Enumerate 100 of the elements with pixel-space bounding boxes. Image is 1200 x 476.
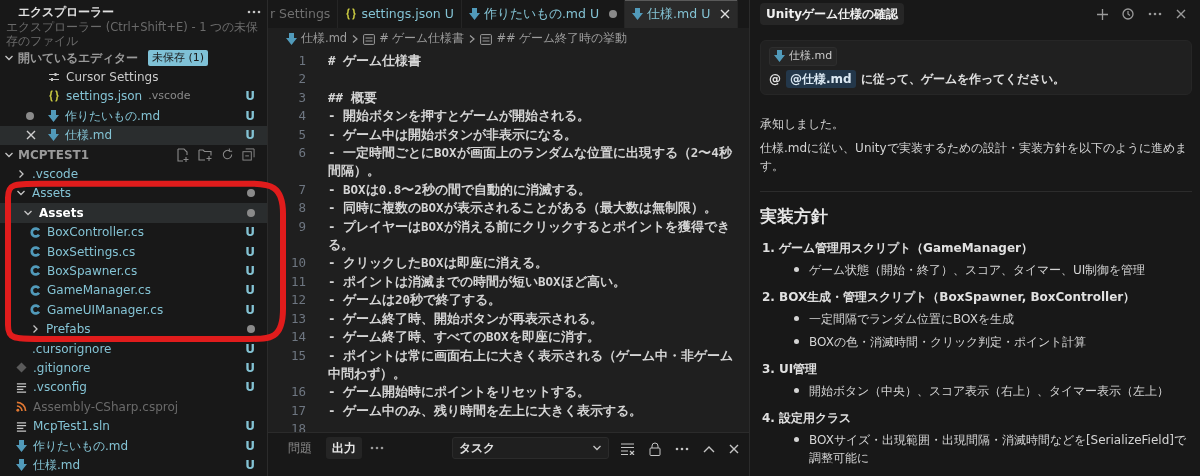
line-number: 14 bbox=[289, 328, 307, 347]
bullet-icon bbox=[794, 437, 799, 442]
caret-up-icon[interactable] bbox=[703, 445, 715, 453]
file-mention[interactable]: @仕様.md bbox=[786, 69, 856, 88]
step-title: 2. BOX生成・管理スクリプト（BoxSpawner, BoxController） bbox=[762, 289, 1137, 306]
close-icon[interactable] bbox=[729, 444, 739, 454]
tree-item[interactable]: McpTest1.sln U bbox=[0, 416, 267, 436]
tree-item[interactable]: Assets bbox=[0, 203, 267, 223]
code-line: - ゲーム中は開始ボタンが非表示になる。 bbox=[328, 125, 579, 144]
line-number: 17 bbox=[289, 401, 307, 420]
folder-name: .vscode bbox=[32, 166, 79, 184]
code-line: - ゲーム終了時、開始ボタンが再表示される。 bbox=[328, 309, 605, 328]
tree-item[interactable]: Prefabs bbox=[0, 319, 267, 339]
task-select[interactable]: タスク bbox=[452, 437, 609, 459]
ring-icon bbox=[30, 226, 41, 238]
breadcrumb-item[interactable]: ## ゲーム終了時の挙動 bbox=[496, 30, 628, 48]
response-heading: 実装方針 bbox=[760, 204, 829, 228]
git-status: U bbox=[245, 418, 255, 436]
ring-icon bbox=[30, 265, 41, 277]
tree-item[interactable]: 作りたいもの.md U bbox=[0, 435, 267, 456]
new-file-icon[interactable] bbox=[176, 147, 190, 162]
chevron-icon[interactable] bbox=[30, 324, 40, 335]
file-name: BoxSettings.cs bbox=[47, 243, 136, 261]
context-chip[interactable]: 仕様.md bbox=[769, 47, 838, 66]
refresh-icon[interactable] bbox=[221, 148, 234, 162]
file-name: 作りたいもの.md bbox=[33, 437, 129, 455]
tree-item[interactable]: .cursorignore U bbox=[0, 338, 267, 359]
more-icon[interactable] bbox=[1148, 12, 1162, 16]
line-number: 15 bbox=[289, 346, 307, 365]
bullet-text: 開始ボタン（中央）、スコア表示（右上）、タイマー表示（左上） bbox=[809, 383, 1169, 400]
chevron-icon bbox=[468, 34, 477, 44]
line-number: 13 bbox=[289, 309, 307, 328]
editor-tab[interactable]: 仕様.md U bbox=[625, 0, 739, 28]
tree-item[interactable]: BoxSettings.cs U bbox=[0, 241, 267, 262]
tree-item[interactable]: BoxSpawner.cs U bbox=[0, 261, 267, 281]
diamond-icon bbox=[16, 362, 27, 374]
file-name: .vsconfig bbox=[33, 379, 87, 397]
file-name: BoxController.cs bbox=[47, 224, 144, 242]
project-title: MCPTEST1 bbox=[18, 146, 90, 164]
code-line: - 一定時間ごとにBOXが画面上のランダムな位置に出現する（2〜4秒間隔）。 bbox=[328, 144, 733, 181]
more-icon[interactable] bbox=[370, 446, 384, 450]
rss-icon bbox=[16, 401, 27, 413]
close-icon[interactable] bbox=[1176, 9, 1186, 19]
panel-tab[interactable]: 出力 bbox=[326, 437, 362, 459]
history-icon[interactable] bbox=[1122, 8, 1134, 20]
chevron-icon bbox=[592, 443, 602, 453]
tree-item[interactable]: Assets bbox=[0, 183, 267, 204]
line-number: 12 bbox=[289, 291, 307, 310]
line-number: 11 bbox=[289, 272, 307, 291]
code-line: - ポイントは消滅までの時間が短いBOXほど高い。 bbox=[328, 272, 627, 291]
clear-list-icon[interactable] bbox=[621, 443, 635, 455]
git-status: U bbox=[245, 456, 255, 474]
open-editor-item[interactable]: settings.json .vscode U bbox=[0, 86, 267, 107]
open-editor-item[interactable]: Cursor Settings bbox=[0, 67, 267, 87]
tree-item[interactable]: .vsconfig U bbox=[0, 377, 267, 398]
bullet-icon bbox=[794, 339, 799, 344]
ring-icon bbox=[30, 246, 41, 258]
lines-icon bbox=[16, 420, 27, 432]
code-line: - ゲーム開始時にポイントをリセットする。 bbox=[328, 383, 592, 402]
tree-item[interactable]: BoxController.cs U bbox=[0, 222, 267, 242]
unsaved-dot bbox=[609, 10, 618, 18]
open-editor-item[interactable]: 仕様.md U bbox=[0, 125, 267, 145]
step-title: 3. UI管理 bbox=[762, 361, 819, 378]
folder-name: Assets bbox=[39, 204, 84, 222]
tree-item[interactable]: .gitignore U bbox=[0, 358, 267, 378]
chevron-icon[interactable] bbox=[16, 169, 26, 180]
down-arrow-icon bbox=[468, 8, 480, 20]
tree-item[interactable]: GameManager.cs U bbox=[0, 280, 267, 301]
bullet-icon bbox=[794, 316, 799, 321]
panel-tab[interactable]: 問題 bbox=[282, 437, 318, 459]
open-editor-item[interactable]: 作りたいもの.md U bbox=[0, 106, 267, 126]
tree-item[interactable]: GameUIManager.cs U bbox=[0, 300, 267, 320]
down-arrow-icon bbox=[48, 109, 59, 122]
more-icon[interactable] bbox=[675, 447, 689, 451]
step-title: 1. ゲーム管理用スクリプト（GameManager） bbox=[762, 240, 1034, 257]
file-name: 仕様.md bbox=[65, 127, 113, 145]
breadcrumb-item[interactable]: 仕様.md bbox=[301, 30, 348, 48]
down-arrow-icon bbox=[632, 8, 644, 20]
editor-tab[interactable]: settings.json U bbox=[338, 0, 462, 28]
new-folder-icon[interactable] bbox=[198, 147, 213, 162]
more-icon[interactable] bbox=[247, 10, 261, 14]
collapse-icon[interactable] bbox=[242, 148, 255, 162]
plus-icon[interactable] bbox=[1097, 8, 1108, 20]
lock-icon[interactable] bbox=[649, 442, 661, 456]
git-status: U bbox=[245, 340, 255, 358]
close-icon[interactable] bbox=[26, 130, 36, 141]
code-line: - ポイントは常に画面右上に大きく表示される（ゲーム中・非ゲーム中問わず）。 bbox=[328, 346, 735, 383]
tree-item[interactable]: .vscode bbox=[0, 164, 267, 184]
git-status: U bbox=[245, 107, 255, 125]
tree-item[interactable]: 仕様.md U bbox=[0, 455, 267, 475]
bullet-icon bbox=[794, 388, 799, 393]
braces-icon bbox=[48, 90, 60, 103]
line-number: 16 bbox=[289, 383, 307, 402]
step-title: 4. 設定用クラス bbox=[762, 410, 853, 427]
file-name: GameUIManager.cs bbox=[47, 301, 164, 319]
line-number: 4 bbox=[297, 107, 307, 126]
heading-symbol-icon bbox=[480, 33, 493, 45]
editor-tab[interactable]: r Settings bbox=[268, 0, 339, 28]
file-name: McpTest1.sln bbox=[33, 418, 110, 436]
breadcrumb-item[interactable]: # ゲーム仕様書 bbox=[379, 30, 465, 48]
